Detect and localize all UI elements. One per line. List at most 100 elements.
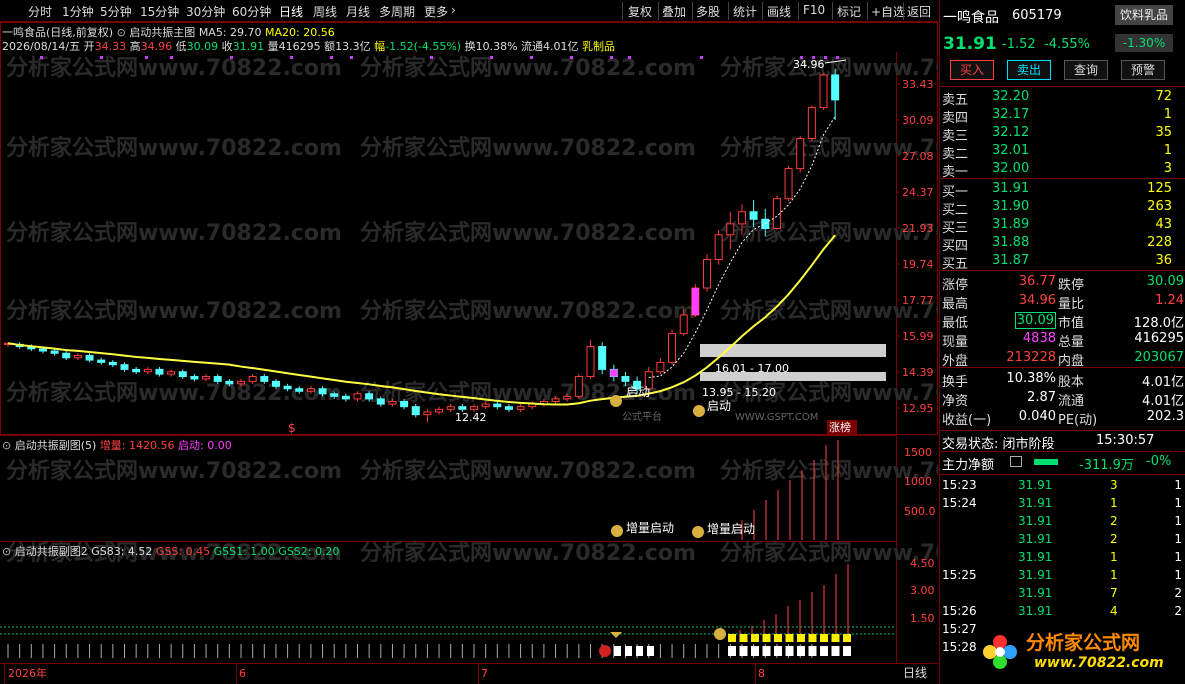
gss-block bbox=[751, 646, 759, 656]
axis-label: 1500 bbox=[904, 446, 932, 459]
bid-row[interactable]: 买五 31.87 36 bbox=[942, 252, 1172, 272]
ask-row[interactable]: 卖三 32.12 35 bbox=[942, 124, 1172, 144]
alert-button[interactable]: 预警 bbox=[1121, 60, 1165, 80]
tick-volume: 1 bbox=[1110, 496, 1118, 510]
turnover-value: 10.38% bbox=[475, 40, 518, 53]
limit-up-label: 涨榜 bbox=[829, 420, 851, 434]
price-label: 14.39 bbox=[902, 366, 934, 379]
float-label: 流通 bbox=[521, 40, 544, 53]
gs83-bars bbox=[739, 564, 849, 640]
tick-time: 15:26 bbox=[942, 604, 977, 618]
tick-count: 1 bbox=[1174, 478, 1182, 492]
candle-body bbox=[62, 352, 71, 359]
ask-volume: 1 bbox=[1163, 107, 1172, 122]
watermark-group: 分析家公式网www.70822.com 分析家公式网www.70822.com … bbox=[6, 55, 938, 566]
signal-dot bbox=[40, 56, 43, 59]
ask-price: 32.17 bbox=[992, 107, 1030, 122]
bid-price: 31.89 bbox=[992, 217, 1030, 232]
indicator-toggle-icon[interactable]: ⊙ bbox=[2, 545, 11, 558]
period-label[interactable]: 日线 bbox=[903, 666, 927, 680]
tick-volume: 2 bbox=[1110, 532, 1118, 546]
candle-body bbox=[97, 359, 106, 363]
stat-value: 4.01亿 bbox=[1142, 375, 1184, 390]
list-icon[interactable] bbox=[1010, 456, 1022, 467]
tick-price: 31.91 bbox=[1018, 478, 1053, 492]
candle-body bbox=[365, 393, 374, 400]
tick-price: 31.91 bbox=[1018, 514, 1053, 528]
tick-count: 1 bbox=[1174, 496, 1182, 510]
axis-label: 1.50 bbox=[910, 612, 935, 625]
signal-dot bbox=[145, 56, 148, 59]
gss-block bbox=[808, 646, 817, 656]
candle-body bbox=[458, 406, 467, 410]
price-label: 30.09 bbox=[902, 114, 934, 127]
candle-body bbox=[143, 368, 152, 373]
tick-row: 15:24 31.91 1 1 bbox=[942, 495, 1182, 512]
candle-body bbox=[295, 388, 304, 392]
indicator-toggle-icon[interactable]: ⊙ bbox=[2, 439, 11, 452]
candle-body bbox=[225, 380, 234, 385]
bid-volume: 36 bbox=[1155, 253, 1172, 268]
kline-chart[interactable]: 分析家公式网www.70822.com 分析家公式网www.70822.com … bbox=[0, 0, 938, 684]
stat-row: 最低 30.09 市值 128.0亿 bbox=[942, 311, 1184, 331]
gss-block bbox=[774, 634, 782, 642]
query-button[interactable]: 查询 bbox=[1064, 60, 1108, 80]
time-label: 7 bbox=[481, 667, 488, 680]
divider bbox=[940, 86, 1185, 87]
sell-button[interactable]: 卖出 bbox=[1007, 60, 1051, 80]
ask-row[interactable]: 卖五 32.20 72 bbox=[942, 88, 1172, 108]
stat-label: 量比 bbox=[1058, 297, 1085, 312]
sub1-title[interactable]: 启动共振副图(5) bbox=[15, 439, 97, 452]
watermark-url: WWW.GSPT.COM bbox=[735, 412, 818, 423]
volume-value: 416295 bbox=[278, 40, 321, 53]
bid-row[interactable]: 买二 31.90 263 bbox=[942, 198, 1172, 218]
money-bag-icon bbox=[693, 405, 705, 417]
tick-count: 1 bbox=[1174, 532, 1182, 546]
tick-count: 1 bbox=[1174, 550, 1182, 564]
ask-row[interactable]: 卖一 32.00 3 bbox=[942, 160, 1172, 180]
stat-label: 股本 bbox=[1058, 375, 1085, 390]
high-label: 高 bbox=[129, 40, 141, 53]
stat-value: 30.09 bbox=[1146, 274, 1184, 289]
sector-badge[interactable]: 饮料乳品 bbox=[1115, 5, 1173, 25]
logo-text: 分析家公式网 bbox=[1026, 632, 1141, 654]
candle-body bbox=[703, 259, 711, 289]
gss-block bbox=[739, 646, 748, 656]
bid-price: 31.87 bbox=[992, 253, 1030, 268]
start-signal-label: 启动 bbox=[626, 385, 650, 399]
tick-row: 31.91 7 2 bbox=[942, 585, 1182, 602]
low-label: 12.42 bbox=[455, 411, 487, 424]
tick-volume: 3 bbox=[1110, 478, 1118, 492]
gss-block bbox=[831, 646, 840, 656]
bid-row[interactable]: 买三 31.89 43 bbox=[942, 216, 1172, 236]
main-flow-value: -311.9万 bbox=[1079, 458, 1134, 473]
price-label: 27.08 bbox=[902, 150, 934, 163]
bid-row[interactable]: 买一 31.91 125 bbox=[942, 180, 1172, 200]
tick-price: 31.91 bbox=[1018, 550, 1053, 564]
candle-body bbox=[411, 406, 420, 416]
stat-value: 416295 bbox=[1134, 331, 1184, 346]
buy-button[interactable]: 买入 bbox=[950, 60, 994, 80]
gss-value: GSS: 0.45 bbox=[155, 545, 211, 558]
stat-value: 128.0亿 bbox=[1133, 316, 1184, 331]
candle-body bbox=[237, 380, 245, 385]
bid-volume: 43 bbox=[1155, 217, 1172, 232]
stat-value: 2.87 bbox=[1027, 390, 1056, 405]
candle-body bbox=[831, 74, 840, 101]
volume-start-label: 增量启动 bbox=[626, 521, 674, 535]
ask-row[interactable]: 卖二 32.01 1 bbox=[942, 142, 1172, 162]
candle-body bbox=[202, 376, 211, 380]
amount-label: 额 bbox=[324, 40, 336, 53]
sub1-axis: 1500 1000 500.0 bbox=[904, 446, 936, 518]
stock-name: 一鸣食品 bbox=[943, 10, 999, 26]
bid-row[interactable]: 买四 31.88 228 bbox=[942, 234, 1172, 254]
stat-value: 203067 bbox=[1134, 350, 1184, 365]
tick-price: 31.91 bbox=[1018, 568, 1053, 582]
ask-row[interactable]: 卖四 32.17 1 bbox=[942, 106, 1172, 126]
gss-block bbox=[636, 646, 643, 656]
gss-block bbox=[843, 646, 851, 656]
candle-body bbox=[271, 380, 280, 387]
signal-dot bbox=[530, 56, 533, 59]
stat-label: 市值 bbox=[1058, 316, 1085, 331]
sub2-title[interactable]: 启动共振副图2 bbox=[15, 545, 88, 558]
